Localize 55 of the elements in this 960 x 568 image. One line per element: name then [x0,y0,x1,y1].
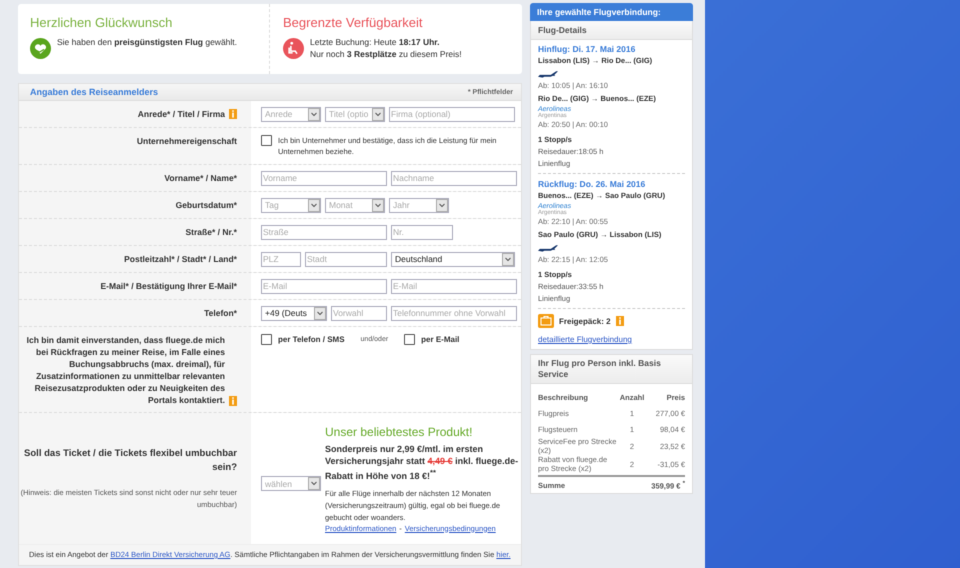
field-label: Soll das Ticket / die Tickets flexibel umbuchbar sein? [23,446,237,474]
airplane-icon [538,244,558,252]
offer-title: Unser beliebtestes Produkt! [325,424,474,438]
checkbox[interactable] [261,334,272,345]
field-label: Ich bin damit einverstanden, dass fluege.de mich bei Rückfragen zu meiner Reise, im Falle eines Buchungsabbruchs (max. dreimal), für Zusatzinformationen zu unmittelbar relevanten Reisezusatzprodukten oder zu Neuigkeiten des Portals kontaktiert. [26,334,225,406]
notice-title: Begrenzte Verfügbarkeit [283,15,424,30]
field-label: E-Mail* / Bestätigung Ihrer E-Mail* [100,280,237,292]
heart-hand-icon [30,38,51,59]
caret-icon [308,108,320,120]
seated-person-icon [283,38,304,59]
notice-text: Nur noch 3 Restplätze zu diesem Preis! [310,48,462,60]
text-input[interactable]: Telefonnummer ohne Vorwahl [391,306,517,320]
checkbox-label: per Telefon / SMS [278,335,345,344]
caret-icon [372,198,384,212]
field-label: Unternehmereigenschaft [136,135,237,147]
text-input[interactable]: Vorname [261,170,387,186]
field-label: Geburtsdatum* [176,199,237,211]
select-field[interactable]: +49 (Deuts [261,306,327,320]
caret-icon [308,477,320,490]
caret-icon [372,108,384,120]
checkbox[interactable] [404,334,416,345]
text-input[interactable]: Straße [261,224,387,240]
panel-title: Angaben des Reiseanmelders [30,87,158,97]
notice-text: Letzte Buchung: Heute 18:17 Uhr. [310,36,440,48]
field-label: Vorname* / Name* [164,172,237,184]
caret-icon [436,198,448,212]
select-field[interactable]: Deutschland [391,252,515,266]
checkbox-label: per E-Mail [421,335,460,344]
notice-title: Herzlichen Glückwunsch [30,15,174,30]
details-link[interactable]: detaillierte Flugverbindung [538,335,632,344]
checkbox[interactable] [261,135,272,146]
text-input[interactable]: Vorwahl [331,306,387,320]
caret-icon [308,198,320,212]
price-header: Ihr Flug pro Person inkl. Basis Service [531,355,692,384]
sidebar-header: Ihre gewählte Flugverbindung: [530,3,693,21]
field-label: Straße* / Nr.* [186,226,237,238]
field-label: Telefon* [204,307,237,319]
text-input[interactable]: PLZ [261,252,301,266]
field-label: Postleitzahl* / Stadt* / Land* [124,253,237,265]
caret-icon [314,306,326,320]
luggage-icon [538,314,554,328]
caret-icon [502,252,514,266]
leg-heading: Hinflug: Di. 17. Mai 2016 [538,44,636,54]
text-input[interactable]: Stadt [305,252,387,266]
leg-heading: Rückflug: Do. 26. Mai 2016 [538,179,646,189]
text-input[interactable]: Nr. [391,224,453,240]
text-input[interactable]: Firma (optional) [389,106,515,122]
text-input[interactable]: Nachname [391,170,517,186]
baggage-text: Freigepäck: 2 [559,316,611,326]
airplane-icon [538,70,558,78]
field-label: Anrede* / Titel / Firma [138,108,225,120]
notice-text: Sie haben den preisgünstigsten Flug gewählt. [57,36,238,48]
text-input[interactable]: E-Mail [391,278,517,294]
text-input[interactable]: E-Mail [261,278,387,294]
offer-text: Sonderpreis nur 2,99 €/mtl. im ersten Versicherungsjahr statt 4,49 € inkl. fluege.de-Rabatt in Höhe von 18 €!$^{**}$ [325,442,520,482]
